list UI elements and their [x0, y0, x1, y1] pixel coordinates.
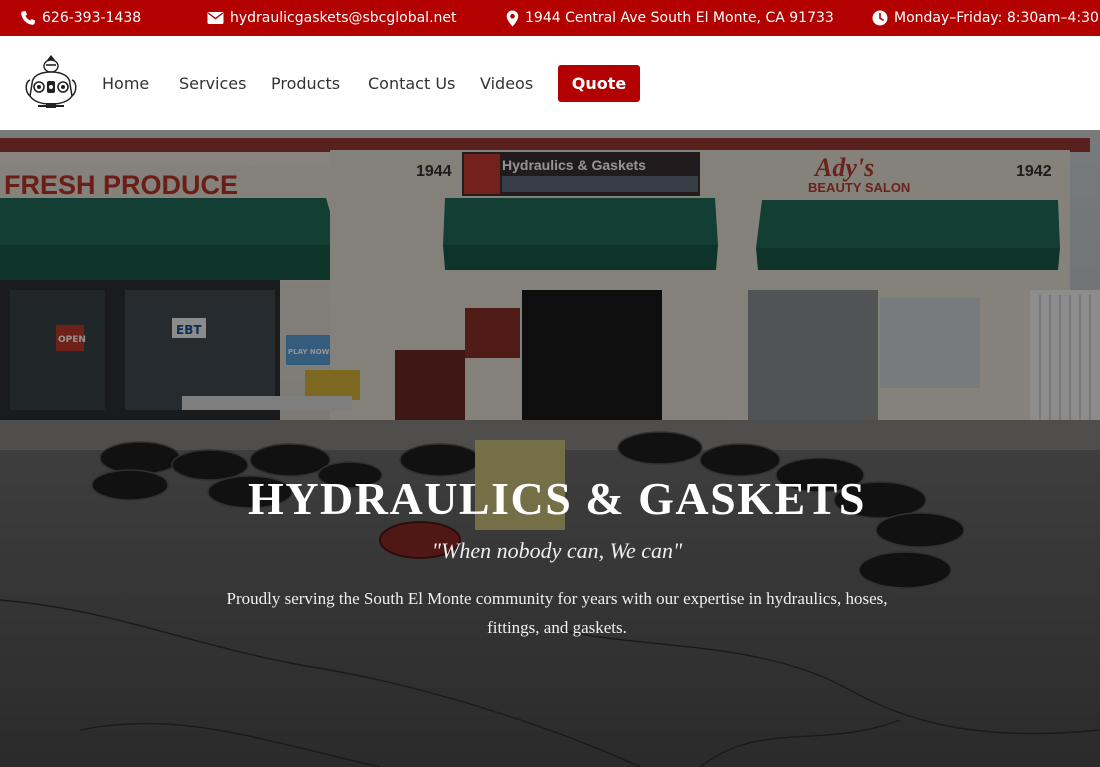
email-text: hydraulicgaskets@sbcglobal.net — [230, 10, 457, 26]
address-text: 1944 Central Ave South El Monte, CA 9173… — [525, 10, 834, 26]
email-info[interactable]: hydraulicgaskets@sbcglobal.net — [207, 0, 457, 36]
site-logo[interactable] — [24, 54, 78, 110]
hero-section: FRESH PRODUCE OPEN EBT PLAY NOW 1944 Hyd… — [0, 130, 1100, 767]
hero-description: Proudly serving the South El Monte commu… — [226, 589, 888, 637]
envelope-icon — [207, 12, 224, 24]
map-pin-icon — [506, 10, 519, 26]
hours-text: Monday–Friday: 8:30am–4:30pm — [894, 10, 1100, 26]
phone-icon — [21, 11, 35, 25]
hero-overlay — [0, 130, 1100, 767]
nav-services[interactable]: Services — [179, 73, 246, 95]
address-info[interactable]: 1944 Central Ave South El Monte, CA 9173… — [506, 0, 834, 36]
nav-contact-us[interactable]: Contact Us — [368, 73, 455, 95]
mascot-logo-icon — [25, 55, 77, 108]
hours-info: Monday–Friday: 8:30am–4:30pm — [872, 0, 1100, 36]
phone-text: 626-393-1438 — [42, 10, 142, 26]
clock-icon — [872, 10, 888, 26]
main-nav: Home Services Products Contact Us Videos… — [0, 36, 1100, 130]
quote-button[interactable]: Quote — [558, 65, 640, 102]
nav-home[interactable]: Home — [102, 73, 149, 95]
nav-videos[interactable]: Videos — [480, 73, 533, 95]
nav-products[interactable]: Products — [271, 73, 340, 95]
phone-info[interactable]: 626-393-1438 — [20, 0, 141, 36]
hero-title: HYDRAULICS & GASKETS — [248, 473, 866, 524]
contact-bar: 626-393-1438 hydraulicgaskets@sbcglobal.… — [0, 0, 1100, 36]
hero-slogan: "When nobody can, We can" — [431, 538, 683, 563]
